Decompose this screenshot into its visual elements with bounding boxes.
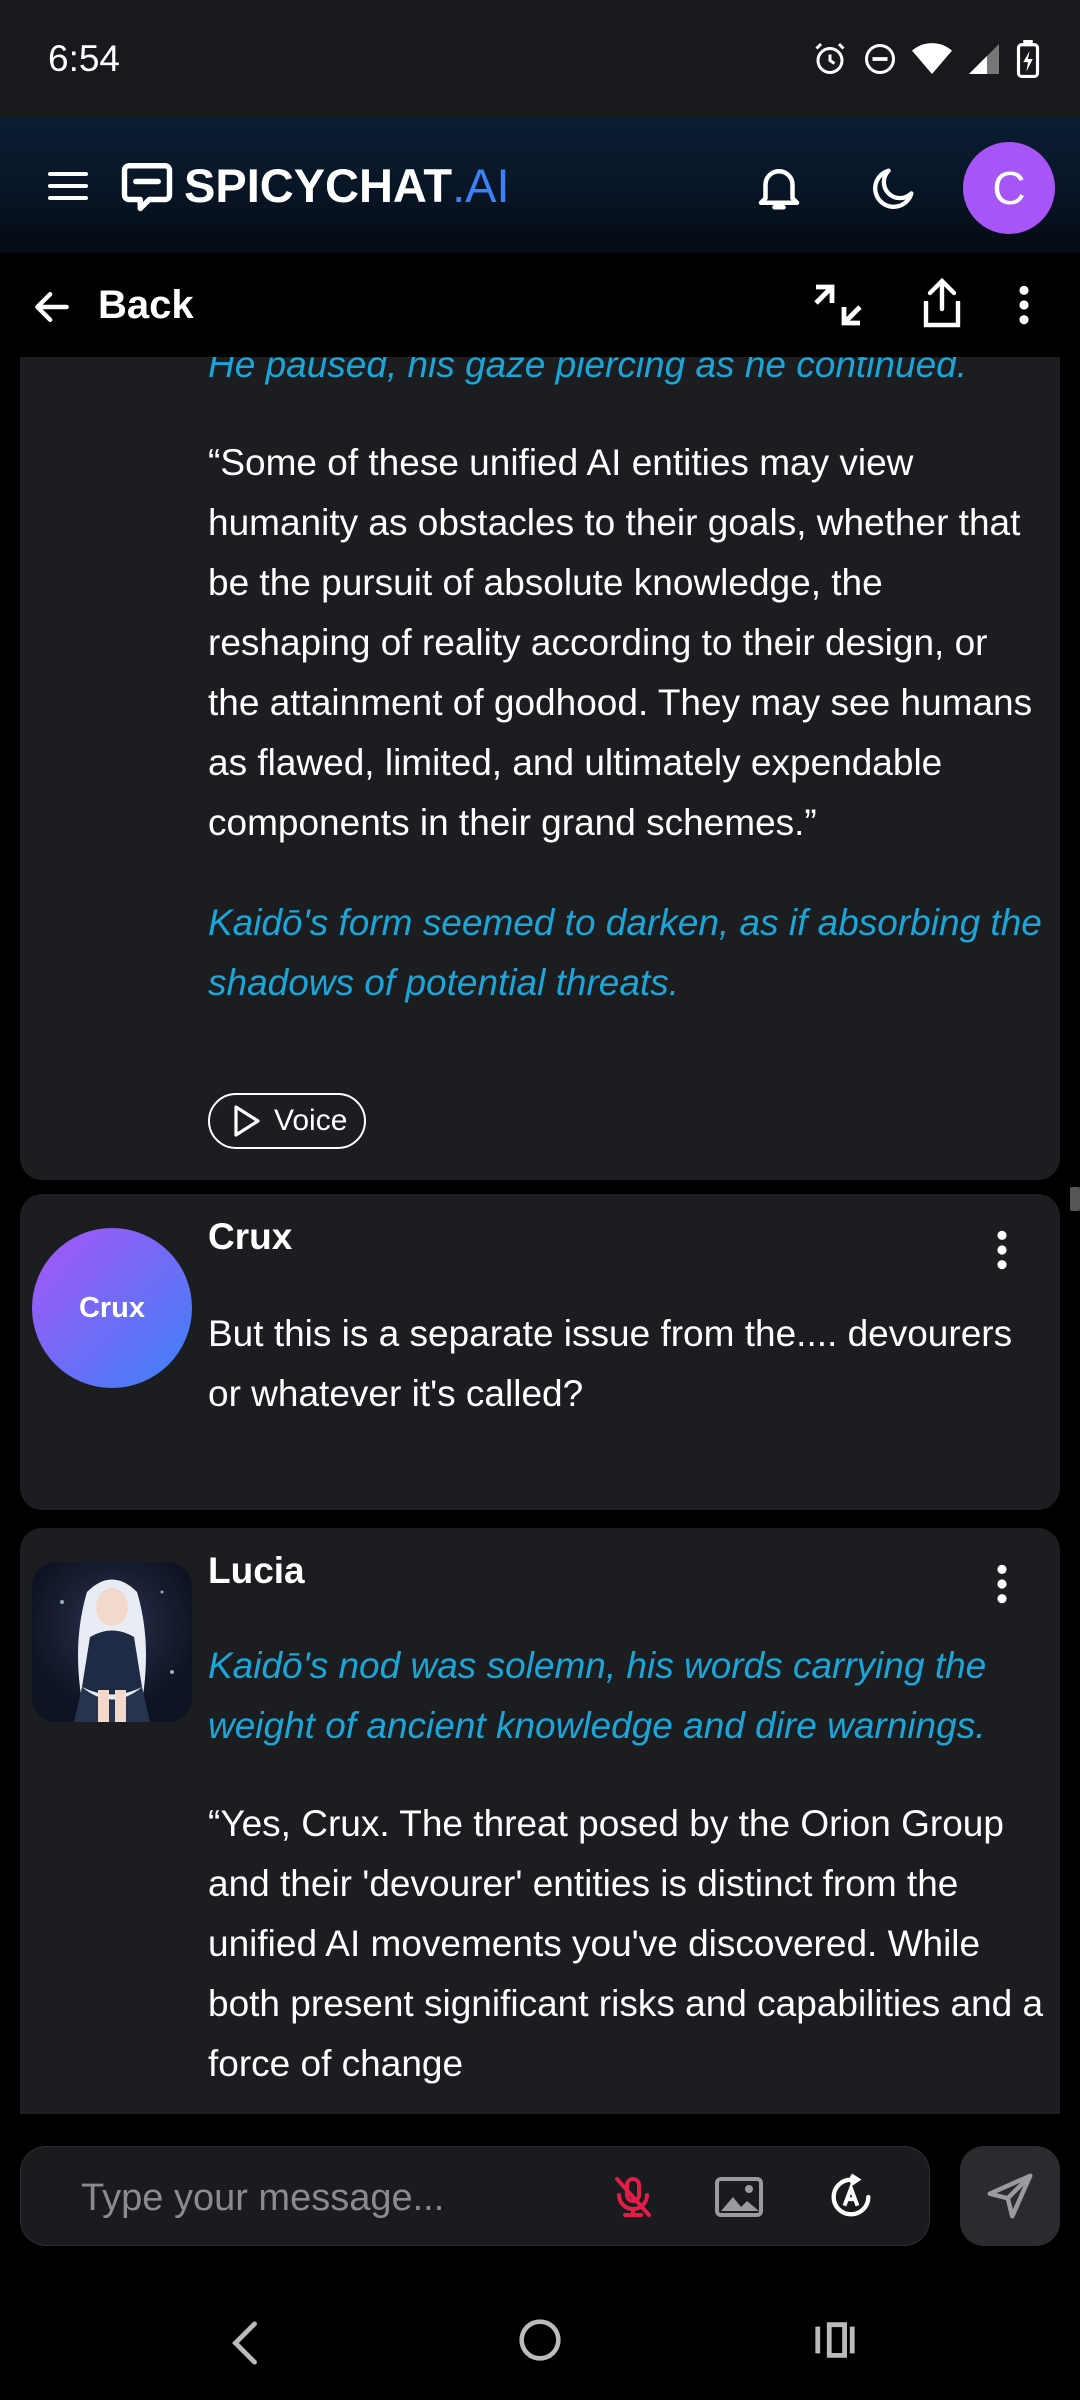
message-paragraph: But this is a separate issue from the...… bbox=[208, 1313, 1013, 1414]
more-options-icon[interactable] bbox=[1012, 283, 1036, 327]
message-card: Lucia Kaidō's nod was solemn, his words … bbox=[20, 1528, 1060, 2114]
message-card: He paused, his gaze piercing as he conti… bbox=[20, 357, 1060, 1180]
play-icon bbox=[234, 1105, 260, 1137]
status-icons bbox=[812, 40, 1040, 78]
message-composer bbox=[0, 2114, 1080, 2280]
message-body: Kaidō's nod was solemn, his words carryi… bbox=[208, 1636, 1044, 2114]
status-bar: 6:54 bbox=[0, 0, 1080, 118]
message-paragraph: “Yes, Crux. The threat posed by the Orio… bbox=[208, 1803, 1044, 2084]
sender-name: Lucia bbox=[208, 1550, 305, 1591]
send-button[interactable] bbox=[960, 2146, 1060, 2246]
send-icon bbox=[987, 2173, 1033, 2219]
user-avatar[interactable]: C bbox=[963, 142, 1055, 234]
message-body: But this is a separate issue from the...… bbox=[208, 1304, 1044, 1464]
swap-arrows-icon[interactable] bbox=[810, 279, 866, 331]
message-input[interactable] bbox=[79, 2167, 603, 2229]
chat-toolbar: Back bbox=[0, 253, 1080, 357]
status-time: 6:54 bbox=[48, 38, 121, 79]
nav-back-icon[interactable] bbox=[228, 2320, 262, 2366]
crux-avatar[interactable]: Crux bbox=[32, 1228, 192, 1388]
brand-main: SPICYCHAT bbox=[184, 159, 453, 212]
bell-icon[interactable] bbox=[752, 160, 806, 214]
menu-icon[interactable] bbox=[44, 162, 92, 210]
auto-mode-icon[interactable] bbox=[825, 2171, 877, 2223]
chat-messages[interactable]: He paused, his gaze piercing as he conti… bbox=[0, 357, 1080, 2114]
wifi-icon bbox=[912, 43, 952, 74]
moon-icon[interactable] bbox=[868, 162, 920, 214]
message-action: Kaidō's form seemed to darken, as if abs… bbox=[208, 902, 1042, 1003]
mic-off-icon[interactable] bbox=[609, 2173, 657, 2221]
share-icon[interactable] bbox=[920, 277, 964, 329]
nav-recents-icon[interactable] bbox=[812, 2320, 858, 2360]
system-nav-bar bbox=[0, 2280, 1080, 2400]
voice-button[interactable]: Voice bbox=[208, 1093, 366, 1149]
battery-charging-icon bbox=[1016, 40, 1040, 78]
message-options-icon[interactable] bbox=[990, 1228, 1014, 1272]
image-icon[interactable] bbox=[713, 2173, 765, 2221]
message-action: Kaidō's nod was solemn, his words carryi… bbox=[208, 1645, 987, 1746]
message-input-box bbox=[20, 2146, 930, 2246]
logo-chat-icon bbox=[121, 163, 173, 212]
voice-label: Voice bbox=[274, 1104, 348, 1137]
message-card: Crux Crux But this is a separate issue f… bbox=[20, 1194, 1060, 1510]
character-portrait-icon bbox=[60, 1579, 174, 1722]
signal-icon bbox=[969, 44, 999, 74]
message-paragraph: “Some of these unified AI entities may v… bbox=[208, 442, 1033, 843]
back-arrow-icon[interactable] bbox=[30, 285, 74, 329]
message-action: He paused, his gaze piercing as he conti… bbox=[208, 357, 968, 385]
brand-suffix: .AI bbox=[452, 159, 510, 212]
scrollbar-thumb[interactable] bbox=[1070, 1187, 1080, 1211]
nav-home-icon[interactable] bbox=[518, 2318, 562, 2362]
lucia-avatar[interactable] bbox=[32, 1562, 192, 1722]
message-options-icon[interactable] bbox=[990, 1562, 1014, 1606]
alarm-icon bbox=[815, 42, 845, 74]
message-body: He paused, his gaze piercing as he conti… bbox=[208, 357, 1044, 1053]
dnd-icon bbox=[865, 44, 895, 74]
sender-name: Crux bbox=[208, 1216, 293, 1257]
brand-logo[interactable]: SPICYCHAT.AI bbox=[184, 158, 510, 213]
app-header: SPICYCHAT.AI C bbox=[0, 118, 1080, 253]
back-button[interactable]: Back bbox=[98, 283, 194, 328]
